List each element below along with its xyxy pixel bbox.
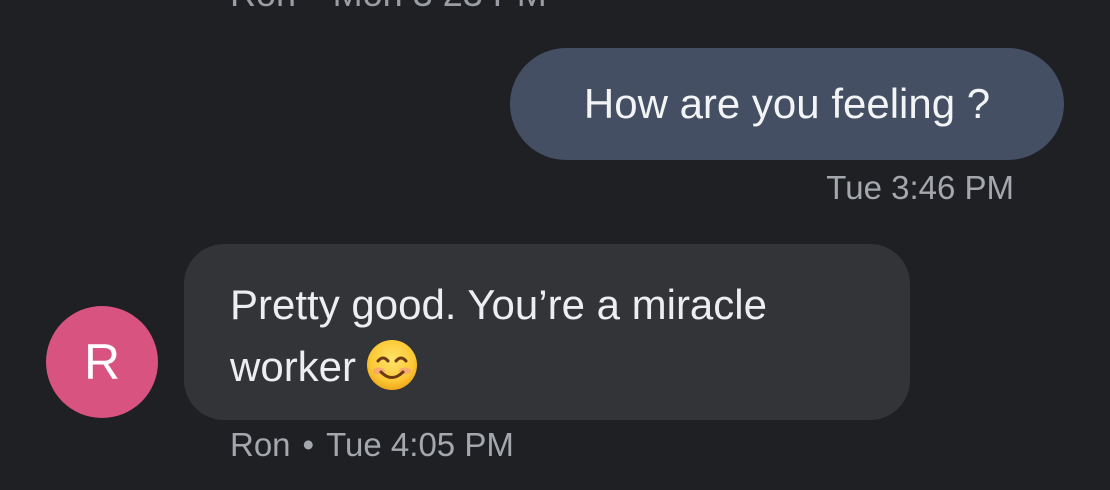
- incoming-message-line-1: Pretty good. You’re a miracle: [230, 281, 767, 328]
- incoming-sender-name: Ron: [230, 426, 291, 463]
- incoming-message-line-2-text: worker: [230, 343, 357, 390]
- meta-separator: •: [302, 426, 315, 463]
- outgoing-message-bubble[interactable]: How are you feeling ?: [510, 48, 1064, 160]
- incoming-message-line-2: worker: [230, 336, 870, 398]
- incoming-message-meta: Ron • Tue 4:05 PM: [230, 426, 514, 464]
- avatar-letter: R: [83, 334, 121, 390]
- avatar[interactable]: R: [46, 306, 158, 418]
- previous-sender-name: Ron: [230, 0, 296, 14]
- previous-message-meta: Ron • Mon 3 23 PM: [230, 0, 547, 15]
- incoming-message-bubble[interactable]: Pretty good. You’re a miracle worker: [184, 244, 910, 420]
- previous-message-time: Mon 3 23 PM: [333, 0, 547, 14]
- outgoing-message-text: How are you feeling ?: [583, 80, 991, 127]
- meta-separator: •: [308, 0, 321, 14]
- incoming-message-time: Tue 4:05 PM: [326, 426, 514, 463]
- outgoing-message-timestamp: Tue 3:46 PM: [826, 169, 1014, 206]
- smiling-face-icon: [367, 340, 418, 390]
